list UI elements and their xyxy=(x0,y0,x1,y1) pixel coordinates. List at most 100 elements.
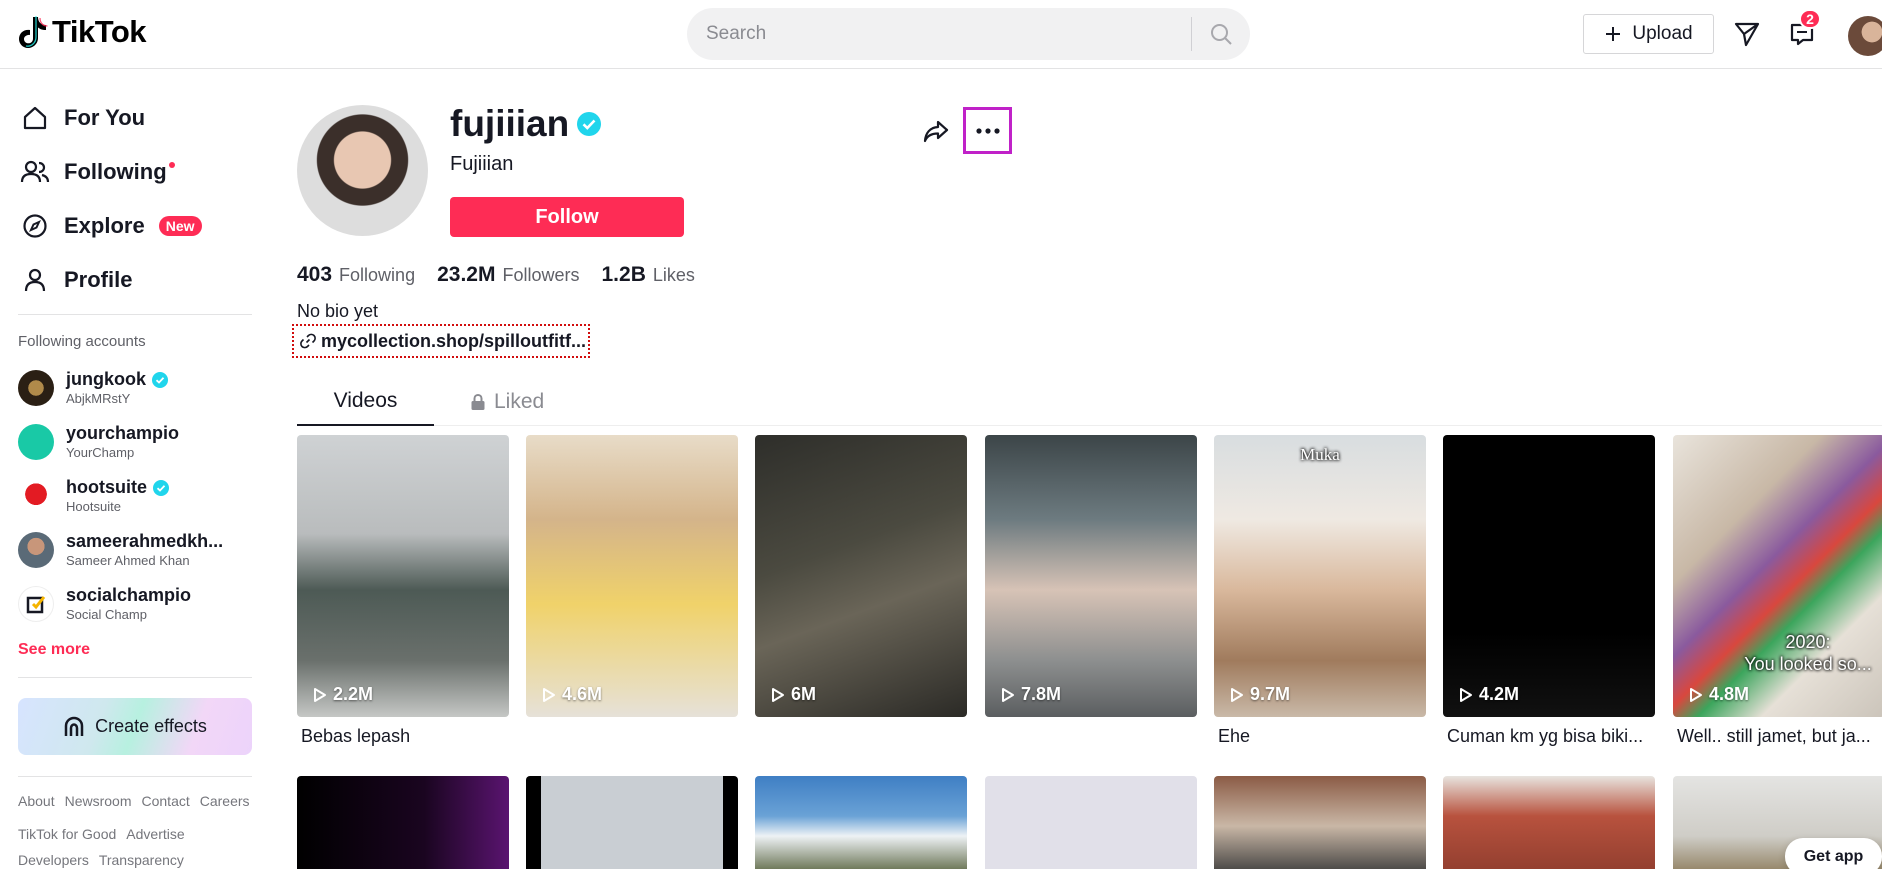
nav-for-you[interactable]: For You xyxy=(20,103,145,133)
see-more-link[interactable]: See more xyxy=(18,641,90,659)
video-thumbnail: 4.6M xyxy=(526,435,738,717)
video-card[interactable]: 4.6M xyxy=(526,435,738,726)
stat-following[interactable]: 403 Following xyxy=(297,263,415,287)
play-icon xyxy=(1231,687,1243,702)
play-icon xyxy=(1002,687,1014,702)
messages-button[interactable] xyxy=(1731,18,1763,50)
play-icon xyxy=(1690,687,1702,702)
footer-links-row-2: TikTok for Good Advertise xyxy=(18,826,185,842)
play-icon xyxy=(772,687,784,702)
video-overlay-text: 2020: You looked so... xyxy=(1744,632,1872,674)
share-arrow-icon xyxy=(923,120,949,143)
video-card[interactable] xyxy=(985,776,1197,869)
create-effects-button[interactable]: Create effects xyxy=(18,698,252,755)
get-app-button[interactable]: Get app xyxy=(1785,838,1882,869)
account-item-hootsuite[interactable]: hootsuite Hootsuite xyxy=(18,477,169,514)
ellipsis-icon xyxy=(975,127,1000,134)
tab-videos[interactable]: Videos xyxy=(297,378,434,426)
view-count: 6M xyxy=(791,684,817,704)
video-thumbnail xyxy=(985,776,1197,869)
video-thumbnail: 7.8M xyxy=(985,435,1197,717)
account-item-yourchampio[interactable]: yourchampio YourChamp xyxy=(18,423,179,460)
effects-arch-icon xyxy=(64,716,84,736)
sidebar-divider xyxy=(18,677,252,678)
nav-following[interactable]: Following xyxy=(20,157,175,187)
more-options-button[interactable] xyxy=(963,107,1012,154)
video-card[interactable]: 2.2M Bebas lepash xyxy=(297,435,509,747)
user-avatar[interactable] xyxy=(1848,16,1882,56)
account-avatar xyxy=(18,531,54,568)
paper-plane-icon xyxy=(1734,22,1760,47)
footer-link-about[interactable]: About xyxy=(18,793,55,809)
account-display-name: AbjkMRstY xyxy=(66,391,131,406)
account-avatar xyxy=(18,369,54,406)
verified-icon xyxy=(153,479,169,496)
video-card[interactable] xyxy=(755,776,967,869)
video-card[interactable]: Muka 9.7M Ehe xyxy=(1214,435,1426,747)
search-input[interactable] xyxy=(687,23,1191,45)
search-button[interactable] xyxy=(1192,8,1250,60)
new-activity-dot xyxy=(168,162,175,168)
tab-liked[interactable]: Liked xyxy=(470,378,544,426)
footer-link-transparency[interactable]: Transparency xyxy=(99,852,184,868)
users-icon xyxy=(20,160,50,183)
video-card[interactable]: 2020: You looked so... 4.8M Well.. still… xyxy=(1673,435,1882,747)
play-icon xyxy=(314,687,326,702)
video-thumbnail: 2.2M xyxy=(297,435,509,717)
share-button[interactable] xyxy=(920,115,952,147)
video-card[interactable]: 7.8M xyxy=(985,435,1197,726)
video-card[interactable]: 6M xyxy=(755,435,967,726)
account-item-jungkook[interactable]: jungkook AbjkMRstY xyxy=(18,369,168,406)
tab-videos-label: Videos xyxy=(333,389,398,412)
video-card[interactable] xyxy=(1214,776,1426,869)
upload-button[interactable]: Upload xyxy=(1583,14,1714,54)
view-count: 4.8M xyxy=(1709,684,1750,704)
profile-bio: No bio yet xyxy=(297,301,379,321)
stat-label: Followers xyxy=(502,265,580,285)
profile-link[interactable]: mycollection.shop/spilloutfitf... xyxy=(292,324,590,358)
account-username: socialchampio xyxy=(66,585,192,605)
footer-link-contact[interactable]: Contact xyxy=(142,793,190,809)
footer-link-advertise[interactable]: Advertise xyxy=(126,826,184,842)
account-display-name: Social Champ xyxy=(66,607,147,622)
profile-tabs: Videos Liked xyxy=(297,378,1882,426)
link-icon xyxy=(300,333,316,349)
stat-label: Following xyxy=(339,265,416,285)
stat-followers[interactable]: 23.2M Followers xyxy=(437,263,579,287)
account-display-name: YourChamp xyxy=(66,445,135,460)
upload-label: Upload xyxy=(1632,23,1693,44)
stat-value: 1.2B xyxy=(601,263,646,286)
video-caption: Cuman km yg bisa biki... xyxy=(1447,726,1644,746)
stat-value: 403 xyxy=(297,263,333,286)
person-icon xyxy=(24,268,46,292)
view-count: 7.8M xyxy=(1021,684,1062,704)
video-thumbnail: Muka 9.7M xyxy=(1214,435,1426,717)
video-thumbnail xyxy=(1443,776,1655,869)
video-thumbnail xyxy=(526,776,738,869)
account-item-socialchampio[interactable]: socialchampio Social Champ xyxy=(18,585,191,622)
nav-profile[interactable]: Profile xyxy=(20,265,132,295)
account-avatar xyxy=(18,423,54,460)
video-card[interactable] xyxy=(1443,776,1655,869)
tiktok-logo[interactable]: TikTok xyxy=(18,14,147,50)
video-thumbnail xyxy=(297,776,509,869)
video-card[interactable] xyxy=(297,776,509,869)
footer-link-newsroom[interactable]: Newsroom xyxy=(65,793,132,809)
footer-link-tiktok-for-good[interactable]: TikTok for Good xyxy=(18,826,116,842)
footer-link-developers[interactable]: Developers xyxy=(18,852,89,868)
follow-button[interactable]: Follow xyxy=(450,197,684,237)
video-card[interactable] xyxy=(526,776,738,869)
tab-liked-label: Liked xyxy=(494,390,545,413)
footer-link-careers[interactable]: Careers xyxy=(200,793,250,809)
account-item-sameerahmedkhan[interactable]: sameerahmedkh... Sameer Ahmed Khan xyxy=(18,531,223,568)
nav-following-label: Following xyxy=(64,159,167,184)
nav-explore-label: Explore xyxy=(64,213,145,238)
search-bar xyxy=(687,8,1250,60)
nav-profile-label: Profile xyxy=(64,267,133,292)
lock-icon xyxy=(471,393,485,410)
tiktok-note-icon xyxy=(19,16,48,48)
nav-explore[interactable]: Explore New xyxy=(20,211,202,241)
profile-avatar xyxy=(297,105,428,236)
video-card[interactable]: 4.2M Cuman km yg bisa biki... xyxy=(1443,435,1655,747)
profile-username: fujiiian xyxy=(450,103,602,145)
